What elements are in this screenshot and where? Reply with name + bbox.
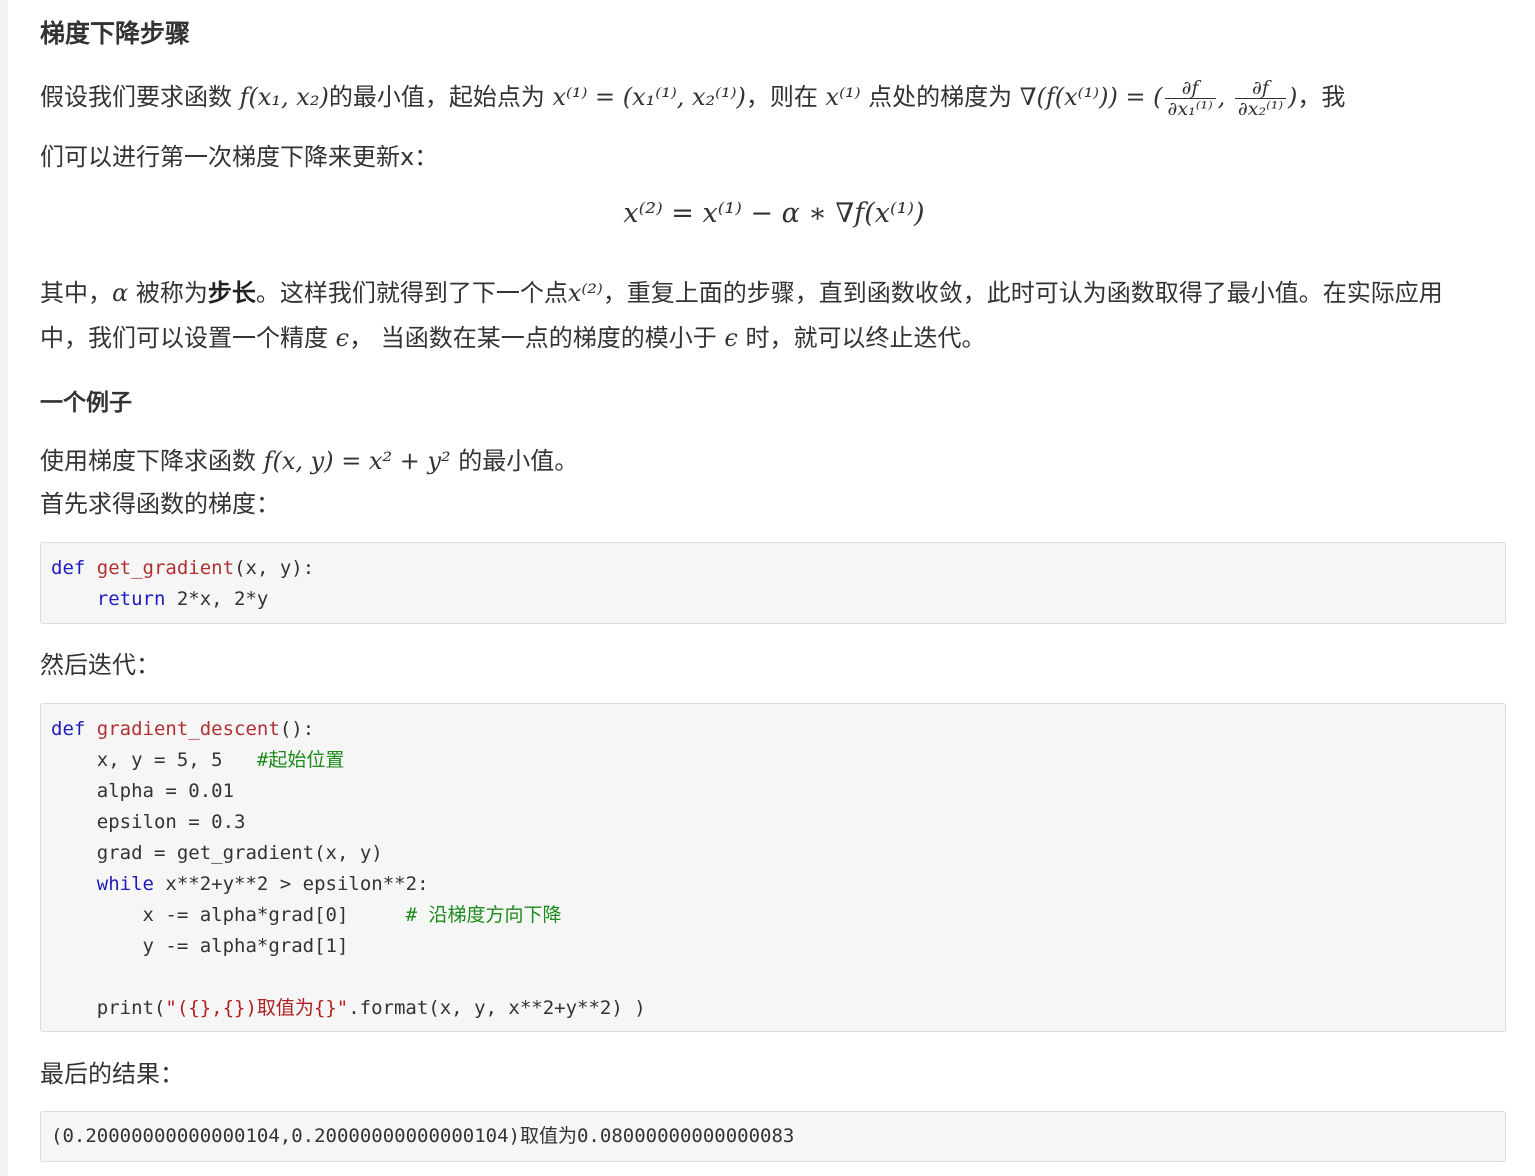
math-alpha: α: [112, 279, 129, 307]
math-fraction-2: ∂f ∂x₂⁽¹⁾: [1234, 78, 1287, 120]
text: 的最小值，起始点为: [328, 83, 553, 111]
bold-step-size: 步长: [207, 279, 256, 307]
code-text: ():: [279, 718, 315, 740]
math-start-point: x⁽¹⁾ = (x₁⁽¹⁾, x₂⁽¹⁾): [552, 83, 746, 111]
math-epsilon: ϵ: [335, 324, 350, 352]
code-string: "({},{})取值为{}": [165, 997, 349, 1019]
code-comment: # 沿梯度方向下降: [405, 904, 562, 926]
code-text: x, y = 5, 5: [51, 749, 257, 771]
fraction-denominator: ∂x₁⁽¹⁾: [1167, 97, 1213, 120]
text: ，则在: [745, 83, 826, 111]
code-line: return 2*x, 2*y: [51, 584, 1495, 615]
code-line: x, y = 5, 5 #起始位置: [51, 745, 1495, 776]
code-line: def gradient_descent():: [51, 714, 1495, 745]
text: ， 当函数在某一点的梯度的模小于: [349, 324, 725, 352]
paragraph-example-intro: 使用梯度下降求函数 f(x, y) = x² + y² 的最小值。: [40, 438, 1502, 484]
code-keyword: while: [96, 873, 154, 895]
section-heading-gradient-steps: 梯度下降步骤: [40, 19, 191, 48]
code-text: .format(x, y, x**2+y**2) ): [348, 997, 646, 1019]
text: 的最小值。: [450, 447, 579, 475]
text: 点处的梯度为: [860, 83, 1020, 111]
code-line: print("({},{})取值为{}".format(x, y, x**2+y…: [51, 993, 1495, 1024]
code-line: x -= alpha*grad[0] # 沿梯度方向下降: [51, 900, 1495, 931]
code-block-gradient-descent[interactable]: def gradient_descent(): x, y = 5, 5 #起始位…: [40, 703, 1506, 1032]
code-text: (x, y):: [234, 557, 315, 579]
paragraph-intro-line1: 假设我们要求函数 f(x₁, x₂)的最小值，起始点为 x⁽¹⁾ = (x₁⁽¹…: [40, 74, 1502, 120]
code-comment: #起始位置: [256, 749, 345, 771]
math-gradient: ∇(f(x⁽¹⁾)) = (: [1019, 83, 1163, 111]
math-comma: ,: [1217, 83, 1233, 111]
text: 使用梯度下降求函数: [40, 447, 264, 475]
math-fraction-1: ∂f ∂x₁⁽¹⁾: [1164, 78, 1216, 120]
math-point: x⁽¹⁾: [825, 83, 861, 111]
section-heading-example: 一个例子: [40, 390, 132, 416]
text: 其中，: [40, 279, 112, 307]
text: 。这样我们就得到了下一个点: [255, 279, 568, 307]
code-keyword: def: [51, 557, 86, 579]
code-text: 2*x, 2*y: [165, 588, 269, 610]
code-line: while x**2+y**2 > epsilon**2:: [51, 869, 1495, 900]
text: ，我: [1297, 83, 1346, 111]
text: 被称为: [128, 279, 208, 307]
math-function: f(x₁, x₂): [239, 83, 329, 111]
output-line: (0.20000000000000104,0.20000000000000104…: [51, 1125, 795, 1147]
paragraph-intro-line2: 们可以进行第一次梯度下降来更新x：: [40, 143, 439, 171]
display-formula-update: x⁽²⁾ = x⁽¹⁾ − α ∗ ∇f(x⁽¹⁾): [623, 198, 925, 229]
fraction-denominator: ∂x₂⁽¹⁾: [1237, 97, 1284, 120]
code-line: def get_gradient(x, y):: [51, 553, 1495, 584]
code-line: grad = get_gradient(x, y): [51, 842, 383, 864]
code-text: x**2+y**2 > epsilon**2:: [153, 873, 429, 895]
paragraph-then-iterate: 然后迭代：: [40, 651, 160, 679]
code-line: epsilon = 0.3: [51, 811, 246, 833]
math-epsilon: ϵ: [724, 324, 738, 352]
code-keyword: def: [51, 718, 86, 740]
paragraph-final-result: 最后的结果：: [40, 1060, 184, 1088]
output-block-result[interactable]: (0.20000000000000104,0.20000000000000104…: [40, 1111, 1506, 1162]
code-line: y -= alpha*grad[1]: [51, 935, 349, 957]
math-close: ): [1288, 83, 1298, 111]
code-line: alpha = 0.01: [51, 780, 235, 802]
code-keyword: return: [96, 588, 166, 610]
paragraph-gradient-first: 首先求得函数的梯度：: [40, 490, 280, 518]
fraction-numerator: ∂f: [1234, 78, 1287, 99]
text: 中，我们可以设置一个精度: [40, 324, 336, 352]
math-next-point: x⁽²⁾: [567, 279, 603, 307]
paragraph-step-size-line1: 其中，α 被称为步长。这样我们就得到了下一个点x⁽²⁾，重复上面的步骤，直到函数…: [40, 270, 1502, 316]
text: ，重复上面的步骤，直到函数收敛，此时可认为函数取得了最小值。在实际应用: [602, 279, 1443, 307]
text: 假设我们要求函数: [40, 83, 240, 111]
left-margin-bar: [0, 0, 8, 1176]
code-text: print(: [51, 997, 166, 1019]
text: 时，就可以终止迭代。: [737, 324, 986, 352]
paragraph-step-size-line2: 中，我们可以设置一个精度 ϵ， 当函数在某一点的梯度的模小于 ϵ 时，就可以终止…: [40, 315, 1502, 361]
code-text: x -= alpha*grad[0]: [51, 904, 406, 926]
fraction-numerator: ∂f: [1164, 78, 1216, 99]
code-block-get-gradient[interactable]: def get_gradient(x, y): return 2*x, 2*y: [40, 542, 1506, 624]
code-function-name: gradient_descent: [96, 718, 280, 740]
math-example-function: f(x, y) = x² + y²: [263, 447, 451, 475]
code-function-name: get_gradient: [96, 557, 235, 579]
